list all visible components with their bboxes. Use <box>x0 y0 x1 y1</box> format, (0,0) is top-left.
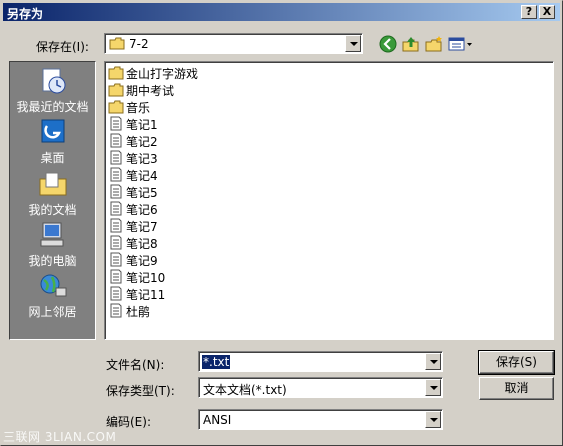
places-bar: 我最近的文档 桌面 我的文档 我的电脑 网上邻居 <box>9 61 96 340</box>
text-document-icon <box>110 252 122 267</box>
close-button[interactable]: X <box>539 5 555 19</box>
save-in-value: 7-2 <box>129 37 149 51</box>
place-desktop[interactable]: 桌面 <box>10 116 95 168</box>
filetype-label: 保存类型(T): <box>106 384 175 398</box>
my-documents-icon <box>39 172 67 196</box>
encoding-value: ANSI <box>203 413 232 427</box>
filename-label: 文件名(N): <box>106 358 165 372</box>
new-folder-icon[interactable] <box>425 35 443 53</box>
text-document-icon <box>110 133 122 148</box>
desktop-icon <box>41 119 65 143</box>
text-document-icon <box>110 286 122 301</box>
save-as-dialog: 另存为 ? X 保存在(I): 7-2 我最近的文档 桌面 我的文档 我的电脑 … <box>0 0 563 446</box>
text-document-icon <box>110 150 122 165</box>
chevron-down-icon[interactable] <box>425 353 441 370</box>
chevron-down-icon[interactable] <box>345 35 361 52</box>
recent-documents-icon <box>42 68 66 94</box>
folder-icon <box>108 83 124 97</box>
chevron-down-icon[interactable] <box>425 411 441 428</box>
place-label: 桌面 <box>40 151 65 165</box>
up-folder-icon[interactable] <box>402 35 420 53</box>
filetype-dropdown[interactable]: 文本文档(*.txt) <box>198 377 443 398</box>
text-document-icon <box>110 303 122 318</box>
text-document-icon <box>110 116 122 131</box>
text-document-icon <box>110 235 122 250</box>
window-title: 另存为 <box>7 7 44 21</box>
place-recent-documents[interactable]: 我最近的文档 <box>10 65 95 117</box>
filetype-value: 文本文档(*.txt) <box>203 383 287 397</box>
save-in-label: 保存在(I): <box>36 40 89 54</box>
place-network-places[interactable]: 网上邻居 <box>10 270 95 322</box>
text-document-icon <box>110 184 122 199</box>
cancel-button[interactable]: 取消 <box>479 377 554 400</box>
place-my-documents[interactable]: 我的文档 <box>10 168 95 220</box>
text-document-icon <box>110 201 122 216</box>
watermark: 三联网 3LIAN.COM <box>3 430 117 444</box>
filename-field[interactable]: *.txt <box>198 351 443 372</box>
place-label: 网上邻居 <box>28 305 77 319</box>
my-computer-icon <box>40 222 64 247</box>
text-document-icon <box>110 167 122 182</box>
back-icon[interactable] <box>379 35 397 53</box>
folder-icon <box>108 100 124 114</box>
place-label: 我的文档 <box>28 203 77 217</box>
save-button[interactable]: 保存(S) <box>478 350 555 375</box>
encoding-dropdown[interactable]: ANSI <box>198 409 443 430</box>
folder-icon <box>108 66 124 80</box>
place-label: 我最近的文档 <box>16 100 89 114</box>
help-button[interactable]: ? <box>521 5 537 19</box>
save-in-dropdown[interactable]: 7-2 <box>104 33 363 54</box>
text-document-icon <box>110 269 122 284</box>
network-places-icon <box>40 274 67 297</box>
place-label: 我的电脑 <box>28 254 77 268</box>
title-bar[interactable]: 另存为 ? X <box>3 3 560 21</box>
text-document-icon <box>110 218 122 233</box>
place-my-computer[interactable]: 我的电脑 <box>10 219 95 271</box>
folder-icon <box>109 37 125 50</box>
view-menu-icon[interactable] <box>448 35 474 53</box>
filename-value: *.txt <box>202 355 231 369</box>
file-list[interactable]: 金山打字游戏 期中考试 音乐 笔记1 笔记2 笔记3 笔记4 笔记5 笔记6 笔… <box>104 61 554 340</box>
chevron-down-icon[interactable] <box>425 379 441 396</box>
